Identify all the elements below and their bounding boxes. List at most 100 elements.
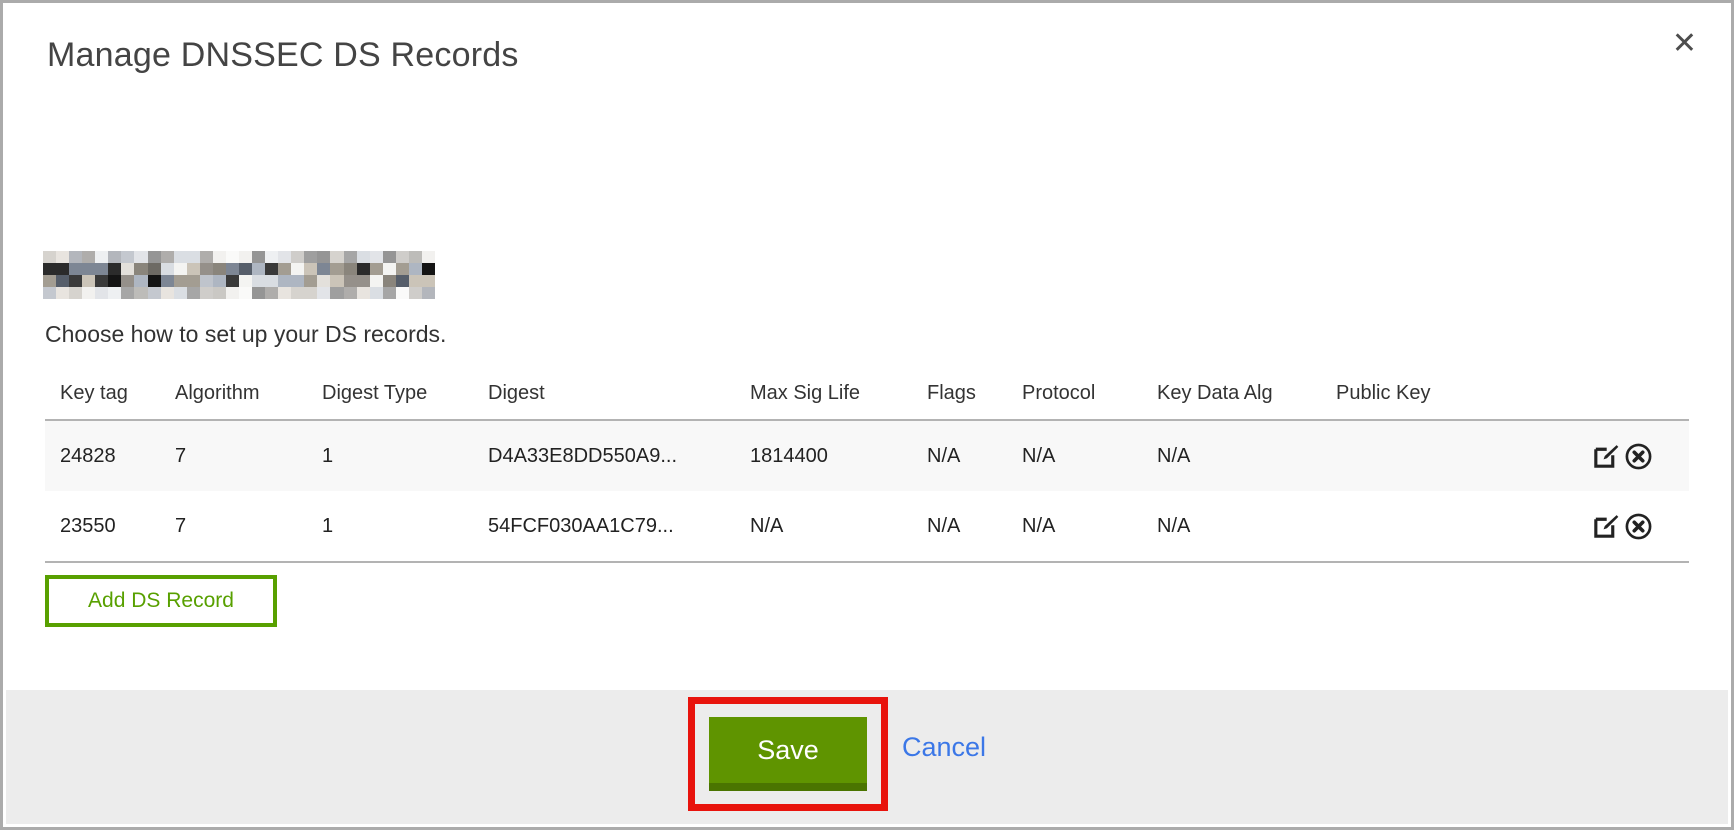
redaction-pixel	[317, 251, 330, 263]
redaction-pixel	[396, 263, 409, 275]
cell-key_tag: 23550	[45, 515, 175, 538]
redaction-pixel	[213, 275, 226, 287]
redaction-pixel	[317, 287, 330, 299]
redaction-pixel	[344, 275, 357, 287]
table-header: Key tagAlgorithmDigest TypeDigestMax Sig…	[45, 367, 1689, 419]
redaction-pixel	[108, 287, 121, 299]
table-row: 235507154FCF030AA1C79...N/AN/AN/AN/A	[45, 491, 1689, 561]
redaction-pixel	[43, 287, 56, 299]
redaction-pixel	[200, 251, 213, 263]
redaction-pixel	[304, 275, 317, 287]
redaction-pixel	[95, 275, 108, 287]
col-header-digest_type: Digest Type	[322, 382, 488, 405]
redaction-pixel	[383, 263, 396, 275]
redaction-pixel	[226, 251, 239, 263]
redaction-pixel	[317, 263, 330, 275]
redaction-pixel	[108, 251, 121, 263]
redaction-pixel	[422, 263, 435, 275]
redaction-pixel	[239, 251, 252, 263]
cell-digest_type: 1	[322, 515, 488, 538]
cell-algorithm: 7	[175, 445, 322, 468]
edit-record-icon[interactable]	[1591, 512, 1620, 541]
cancel-link[interactable]: Cancel	[902, 732, 986, 763]
redaction-pixel	[330, 263, 343, 275]
edit-record-icon[interactable]	[1591, 442, 1620, 471]
cell-flags: N/A	[927, 515, 1022, 538]
redaction-pixel	[344, 251, 357, 263]
redaction-pixel	[95, 263, 108, 275]
redaction-pixel	[213, 251, 226, 263]
redaction-pixel	[213, 263, 226, 275]
dialog-footer: Save Cancel	[6, 690, 1728, 824]
redaction-pixel	[174, 275, 187, 287]
col-header-public_key: Public Key	[1336, 382, 1545, 405]
add-ds-record-button[interactable]: Add DS Record	[45, 575, 277, 627]
redaction-pixel	[95, 287, 108, 299]
redaction-pixel	[383, 275, 396, 287]
redaction-pixel	[370, 263, 383, 275]
redaction-pixel	[252, 275, 265, 287]
cell-protocol: N/A	[1022, 445, 1157, 468]
redaction-pixel	[43, 263, 56, 275]
redaction-pixel	[396, 275, 409, 287]
table-row: 2482871D4A33E8DD550A9...1814400N/AN/AN/A	[45, 421, 1689, 491]
redaction-pixel	[304, 251, 317, 263]
redaction-pixel	[370, 251, 383, 263]
dialog-title: Manage DNSSEC DS Records	[47, 36, 519, 75]
redaction-pixel	[161, 251, 174, 263]
redaction-pixel	[278, 263, 291, 275]
redaction-pixel	[108, 263, 121, 275]
cell-key_data_alg: N/A	[1157, 515, 1336, 538]
redaction-pixel	[370, 287, 383, 299]
redaction-pixel	[69, 275, 82, 287]
redaction-pixel	[69, 251, 82, 263]
redaction-pixel	[409, 263, 422, 275]
redaction-pixel	[252, 251, 265, 263]
redaction-pixel	[265, 251, 278, 263]
redaction-pixel	[69, 287, 82, 299]
redaction-pixel	[187, 275, 200, 287]
redaction-pixel	[383, 251, 396, 263]
close-icon[interactable]: ✕	[1668, 25, 1701, 63]
redaction-pixel	[148, 251, 161, 263]
cell-key_tag: 24828	[45, 445, 175, 468]
save-button[interactable]: Save	[709, 717, 867, 791]
redaction-pixel	[370, 275, 383, 287]
dnssec-ds-records-dialog: Manage DNSSEC DS Records ✕ Choose how to…	[0, 0, 1734, 830]
redaction-pixel	[330, 275, 343, 287]
col-header-protocol: Protocol	[1022, 382, 1157, 405]
redaction-pixel	[291, 275, 304, 287]
redaction-pixel	[134, 275, 147, 287]
redaction-pixel	[422, 275, 435, 287]
cell-key_data_alg: N/A	[1157, 445, 1336, 468]
redaction-pixel	[121, 275, 134, 287]
redaction-pixel	[174, 263, 187, 275]
redaction-pixel	[409, 275, 422, 287]
redaction-pixel	[187, 287, 200, 299]
cell-max_sig_life: 1814400	[750, 445, 927, 468]
redaction-pixel	[265, 275, 278, 287]
redaction-pixel	[291, 287, 304, 299]
cell-digest: 54FCF030AA1C79...	[488, 515, 750, 538]
delete-record-icon[interactable]	[1624, 512, 1653, 541]
redaction-pixel	[344, 263, 357, 275]
redaction-pixel	[56, 287, 69, 299]
redaction-pixel	[200, 287, 213, 299]
redaction-pixel	[317, 275, 330, 287]
redaction-pixel	[69, 263, 82, 275]
redaction-pixel	[252, 287, 265, 299]
instruction-text: Choose how to set up your DS records.	[45, 321, 446, 348]
redaction-pixel	[95, 251, 108, 263]
redaction-pixel	[82, 275, 95, 287]
redacted-domain-name	[43, 251, 435, 299]
redaction-pixel	[409, 251, 422, 263]
redaction-pixel	[291, 263, 304, 275]
redaction-pixel	[187, 251, 200, 263]
redaction-pixel	[161, 275, 174, 287]
redaction-pixel	[396, 251, 409, 263]
delete-record-icon[interactable]	[1624, 442, 1653, 471]
cell-flags: N/A	[927, 445, 1022, 468]
redaction-pixel	[330, 287, 343, 299]
redaction-pixel	[200, 275, 213, 287]
redaction-pixel	[134, 287, 147, 299]
